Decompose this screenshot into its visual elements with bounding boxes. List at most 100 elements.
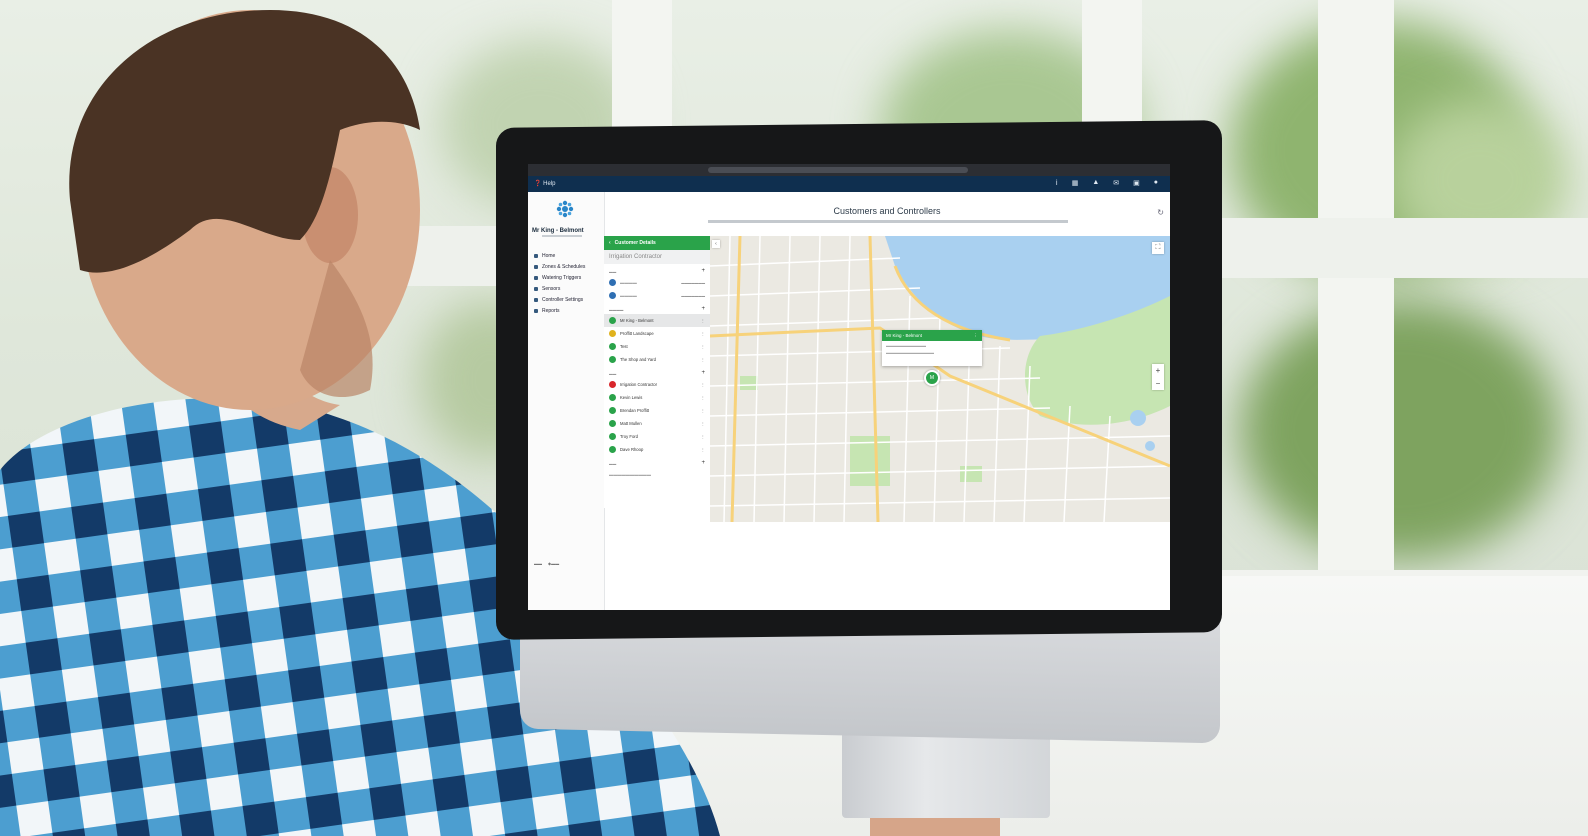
help-label: Help (543, 181, 556, 187)
home-icon (534, 253, 538, 258)
sidebar-item-zones[interactable]: Zones & Schedules (534, 261, 585, 272)
notes-empty-row: ▬▬▬▬▬▬▬▬▬▬ (604, 468, 710, 481)
user-label: Dave Rhoop (620, 447, 644, 452)
zoom-in-button[interactable]: + (1152, 364, 1164, 377)
sidebar-footer: ▬▬ ◆▬▬ (534, 561, 559, 566)
kebab-icon[interactable]: ⋮ (701, 382, 705, 387)
user-label: Irrigation Contractor (620, 382, 658, 387)
grid-icon[interactable]: ▦ (1072, 179, 1079, 187)
kebab-icon[interactable]: ⋮ (701, 447, 705, 452)
user-label: Matt Mullen (620, 421, 642, 426)
sidebar-item-home[interactable]: Home (534, 250, 585, 261)
logo-icon (556, 200, 574, 218)
address-bar[interactable] (708, 167, 968, 173)
sidebar-item-reports[interactable]: Reports (534, 305, 585, 316)
kebab-icon[interactable]: ⋮ (974, 333, 979, 339)
page-title: Customers and Controllers (833, 206, 941, 216)
status-dot (609, 343, 616, 350)
trigger-icon (534, 275, 538, 280)
help-link[interactable]: ❓ Help (534, 180, 555, 187)
zoom-out-button[interactable]: − (1152, 377, 1164, 390)
kebab-icon[interactable]: ⋮ (701, 408, 705, 413)
list-item[interactable]: ▬▬▬▬ ▬▬▬▬▬▬▬ (604, 289, 710, 302)
mail-icon[interactable]: ✉ (1113, 179, 1119, 187)
controller-map-popup[interactable]: Mr King - Belmont ⋮ ▬▬▬▬▬▬▬▬▬▬ ▬▬▬▬▬▬▬▬▬… (882, 330, 982, 366)
user-item[interactable]: Dave Rhoop ⋮ (604, 443, 710, 456)
controller-subtitle-bar (542, 235, 582, 237)
kebab-icon[interactable]: ⋮ (701, 318, 705, 323)
top-bar-icons: ⅰ ▦ ▲ ✉ ▣ ● (1056, 179, 1158, 187)
controller-label: Mr King - Belmont (620, 318, 654, 323)
park-area (960, 466, 982, 482)
kebab-icon[interactable]: ⋮ (701, 434, 705, 439)
controller-icon[interactable]: ▣ (1133, 179, 1140, 187)
add-controller-icon[interactable]: + (701, 306, 705, 312)
user-item[interactable]: Brendan Proffitt ⋮ (604, 404, 710, 417)
redacted-meta-bar: ▬▬▬▬▬▬▬ (681, 293, 705, 298)
controller-label: The Shop and Yard (620, 357, 656, 362)
wrench-icon (534, 297, 538, 302)
refresh-icon[interactable]: ↻ (1157, 208, 1164, 217)
avatar (609, 433, 616, 440)
chevron-left-icon: ‹ (609, 240, 611, 246)
info-icon[interactable]: ⅰ (1056, 179, 1058, 187)
panel-title: Customer Details (614, 240, 656, 246)
user-item[interactable]: Troy Ford ⋮ (604, 430, 710, 443)
map-view[interactable]: ‹ ⛶ Mr King - Belmont ⋮ ▬▬▬▬▬▬▬▬▬▬ ▬▬▬▬▬… (710, 236, 1170, 522)
avatar (609, 394, 616, 401)
foliage-blur (1240, 300, 1560, 560)
users-section-header: ▬▬ + (604, 264, 710, 276)
avatar (609, 446, 616, 453)
user-item[interactable]: Matt Mullen ⋮ (604, 417, 710, 430)
controller-item[interactable]: Mr King - Belmont ⋮ (604, 314, 710, 327)
avatar (609, 407, 616, 414)
redacted-text-bar: ▬▬▬▬ (620, 293, 637, 298)
section-label-bar: ▬▬ (609, 372, 617, 376)
sidebar-item-triggers[interactable]: Watering Triggers (534, 272, 585, 283)
schedule-icon (534, 264, 538, 269)
window-frame (1216, 218, 1588, 278)
window-frame (1318, 0, 1394, 600)
controller-item[interactable]: Test ⋮ (604, 340, 710, 353)
sidebar-nav: Home Zones & Schedules Watering Triggers… (534, 250, 585, 316)
collapse-panel-button[interactable]: ‹ (712, 240, 720, 248)
controller-item[interactable]: Proffitt Landscape ⋮ (604, 327, 710, 340)
controllers-section-header: ▬▬▬▬ + (604, 302, 710, 314)
bell-icon[interactable]: ▲ (1092, 179, 1099, 187)
sidebar-item-sensors[interactable]: Sensors (534, 283, 585, 294)
kebab-icon[interactable]: ⋮ (701, 344, 705, 349)
user-icon[interactable]: ● (1154, 179, 1158, 187)
add-icon[interactable]: + (701, 268, 705, 274)
add-user-icon[interactable]: + (701, 370, 705, 376)
notes-section-header: ▬▬ + (604, 456, 710, 468)
avatar (609, 420, 616, 427)
kebab-icon[interactable]: ⋮ (701, 357, 705, 362)
kebab-icon[interactable]: ⋮ (701, 421, 705, 426)
user-label: Brendan Proffitt (620, 408, 650, 413)
sidebar-item-settings[interactable]: Controller Settings (534, 294, 585, 305)
sidebar-item-label: Sensors (542, 285, 561, 292)
fullscreen-button[interactable]: ⛶ (1152, 242, 1164, 254)
app-screen: ❓ Help ⅰ ▦ ▲ ✉ ▣ ● Mr King - Belmont Hom… (528, 164, 1170, 610)
popup-header: Mr King - Belmont ⋮ (882, 330, 982, 341)
sidebar-item-label: Reports (542, 307, 560, 314)
back-to-customers-button[interactable]: ‹ Customer Details (604, 236, 710, 250)
controller-map-pin[interactable]: M (924, 370, 940, 386)
map-tiles (710, 236, 1170, 522)
controller-name[interactable]: Mr King - Belmont (532, 228, 584, 234)
status-dot (609, 317, 616, 324)
browser-titlebar (528, 164, 1170, 176)
kebab-icon[interactable]: ⋮ (701, 331, 705, 336)
status-dot (609, 330, 616, 337)
list-item[interactable]: ▬▬▬▬ ▬▬▬▬▬▬▬ (604, 276, 710, 289)
controller-item[interactable]: The Shop and Yard ⋮ (604, 353, 710, 366)
section-label-bar: ▬▬▬▬ (609, 308, 624, 312)
kebab-icon[interactable]: ⋮ (701, 395, 705, 400)
add-note-icon[interactable]: + (701, 460, 705, 466)
user-item[interactable]: Irrigation Contractor ⋮ (604, 378, 710, 391)
section-label-bar: ▬▬ (609, 462, 617, 466)
redacted-text-bar: ▬▬▬▬ (620, 280, 637, 285)
sidebar-item-label: Controller Settings (542, 296, 584, 303)
section-label-bar: ▬▬ (609, 270, 617, 274)
user-item[interactable]: Kevin Lewis ⋮ (604, 391, 710, 404)
